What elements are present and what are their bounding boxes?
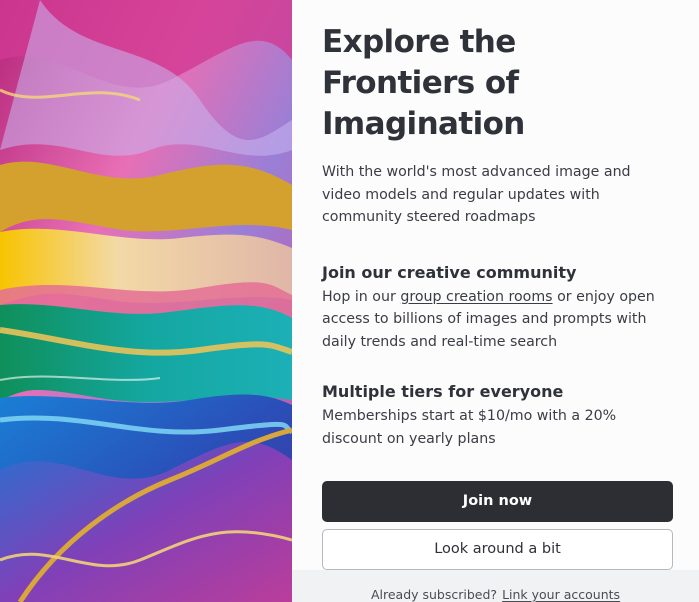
signup-modal: Explore the Frontiers of Imagination Wit… [0,0,699,602]
tiers-section-text: Memberships start at $10/mo with a 20% d… [322,408,617,447]
join-now-button[interactable]: Join now [322,481,673,522]
community-section-title: Join our creative community [322,262,577,282]
community-text-before: Hop in our [322,288,401,305]
footer-prompt: Already subscribed? [370,587,498,602]
content-column: Explore the Frontiers of Imagination Wit… [292,0,699,602]
group-creation-rooms-link[interactable]: group creation rooms [400,289,552,305]
content-panel: Explore the Frontiers of Imagination Wit… [292,0,699,570]
look-around-button[interactable]: Look around a bit [322,529,673,570]
community-section-text: Hop in our group creation rooms or enjoy… [322,286,673,354]
intro-text: With the world's most advanced image and… [322,164,631,225]
footer-bar: Already subscribed? Link your accounts [292,570,699,602]
page-title: Explore the Frontiers of Imagination [322,24,525,142]
abstract-marbled-art-image [0,0,292,602]
link-accounts-link[interactable]: Link your accounts [502,587,620,602]
tiers-section-title: Multiple tiers for everyone [322,382,564,401]
